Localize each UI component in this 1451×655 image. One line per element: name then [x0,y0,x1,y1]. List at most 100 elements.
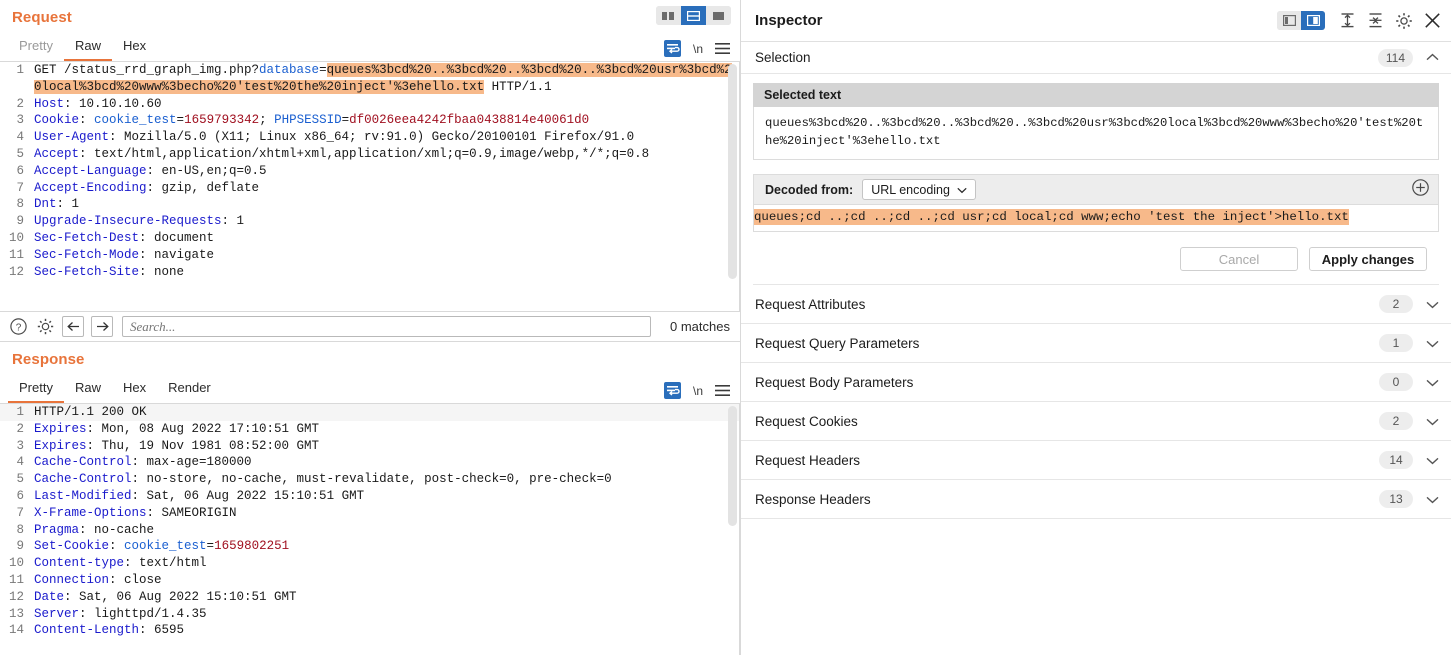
tab-response-raw[interactable]: Raw [64,381,112,403]
newline-chars-icon[interactable]: \n [693,42,703,56]
line-content[interactable]: Connection: close [30,572,739,589]
response-titlebar: Response [0,342,740,376]
code-line: 2Expires: Mon, 08 Aug 2022 17:10:51 GMT [0,421,739,438]
line-content[interactable]: Sec-Fetch-Mode: navigate [30,247,739,264]
expand-all-icon[interactable] [1339,12,1356,29]
line-content[interactable]: Upgrade-Insecure-Requests: 1 [30,213,739,230]
chevron-up-icon[interactable] [1426,53,1439,62]
chevron-down-icon[interactable] [1426,339,1439,348]
search-next-button[interactable] [91,316,113,337]
line-content[interactable]: Cache-Control: max-age=180000 [30,454,739,471]
line-content[interactable]: Pragma: no-cache [30,522,739,539]
side-by-side-layout-toggle[interactable] [656,6,681,25]
tab-request-hex[interactable]: Hex [112,39,157,61]
layout-toggle-group[interactable] [656,6,731,25]
inspector-title: Inspector [755,12,823,29]
code-line: 4User-Agent: Mozilla/5.0 (X11; Linux x86… [0,129,739,146]
line-content[interactable]: Dnt: 1 [30,196,739,213]
inspector-dock-left-toggle[interactable] [1277,11,1301,30]
response-code-lines: 1HTTP/1.1 200 OK2Expires: Mon, 08 Aug 20… [0,404,739,655]
line-content[interactable]: Last-Modified: Sat, 06 Aug 2022 15:10:51… [30,488,739,505]
inspector-section-request-cookies[interactable]: Request Cookies 2 [741,402,1451,441]
inspector-section-request-attributes[interactable]: Request Attributes2 [741,285,1451,324]
word-wrap-icon[interactable] [664,40,681,57]
response-scrollbar[interactable] [728,406,737,526]
chevron-down-icon[interactable] [1426,378,1439,387]
add-circle-icon[interactable] [1412,179,1429,201]
help-circle-icon[interactable]: ? [8,317,28,337]
chevron-down-icon[interactable] [1426,300,1439,309]
line-content[interactable]: Sec-Fetch-Dest: document [30,230,739,247]
line-number: 12 [0,589,30,606]
chevron-down-icon[interactable] [1426,495,1439,504]
line-content[interactable]: Content-Length: 6595 [30,622,739,639]
line-content[interactable]: HTTP/1.1 200 OK [30,404,739,421]
word-wrap-icon[interactable] [664,382,681,399]
inspector-section-request-headers[interactable]: Request Headers14 [741,441,1451,480]
request-code-view[interactable]: 1GET /status_rrd_graph_img.php?database=… [0,62,740,311]
request-tabbar: Pretty Raw Hex \n [0,34,740,62]
line-content[interactable]: Accept-Encoding: gzip, deflate [30,180,739,197]
request-scrollbar[interactable] [728,64,737,279]
code-line: 14Content-Length: 6595 [0,622,739,639]
response-tabbar: Pretty Raw Hex Render \n [0,376,740,404]
chevron-down-icon[interactable] [1426,456,1439,465]
line-content[interactable]: Server: lighttpd/1.4.35 [30,606,739,623]
selected-text-value[interactable]: queues%3bcd%20..%3bcd%20..%3bcd%20..%3bc… [753,107,1439,160]
cancel-button[interactable]: Cancel [1180,247,1298,271]
decoding-select[interactable]: URL encoding [862,179,976,200]
section-count-badge: 2 [1379,412,1413,430]
line-content[interactable]: Date: Sat, 06 Aug 2022 15:10:51 GMT [30,589,739,606]
section-count-badge: 2 [1379,295,1413,313]
inspector-section-request-body-parameters[interactable]: Request Body Parameters0 [741,363,1451,402]
line-content[interactable]: Set-Cookie: cookie_test=1659802251 [30,538,739,555]
code-token: = [319,63,327,77]
line-content[interactable]: Expires: Mon, 08 Aug 2022 17:10:51 GMT [30,421,739,438]
collapse-all-icon[interactable] [1367,12,1384,29]
hamburger-menu-icon[interactable] [715,42,730,55]
line-content[interactable]: Accept-Language: en-US,en;q=0.5 [30,163,739,180]
section-meta: 0 [1379,373,1439,391]
stacked-layout-toggle[interactable] [681,6,706,25]
code-token: : 1 [222,214,245,228]
apply-changes-button[interactable]: Apply changes [1309,247,1427,271]
inspector-section-request-query-parameters[interactable]: Request Query Parameters1 [741,324,1451,363]
line-number: 3 [0,438,30,455]
single-pane-layout-toggle[interactable] [706,6,731,25]
chevron-down-icon[interactable] [1426,417,1439,426]
line-content[interactable]: User-Agent: Mozilla/5.0 (X11; Linux x86_… [30,129,739,146]
inspector-dock-toggle-group[interactable] [1277,11,1325,30]
gear-icon[interactable] [35,317,55,337]
decoded-value-box[interactable]: queues;cd ..;cd ..;cd ..;cd usr;cd local… [753,205,1439,232]
line-number: 9 [0,538,30,555]
search-prev-button[interactable] [62,316,84,337]
response-code-view[interactable]: 1HTTP/1.1 200 OK2Expires: Mon, 08 Aug 20… [0,404,740,655]
tab-response-pretty[interactable]: Pretty [8,381,64,403]
section-label: Request Cookies [755,414,858,429]
search-input[interactable] [122,316,651,337]
line-content[interactable]: Cache-Control: no-store, no-cache, must-… [30,471,739,488]
line-content[interactable]: Expires: Thu, 19 Nov 1981 08:52:00 GMT [30,438,739,455]
tab-response-hex[interactable]: Hex [112,381,157,403]
line-content[interactable]: Sec-Fetch-Site: none [30,264,739,281]
line-content[interactable]: X-Frame-Options: SAMEORIGIN [30,505,739,522]
line-content[interactable]: Host: 10.10.10.60 [30,96,739,113]
line-number: 8 [0,196,30,213]
tab-request-pretty[interactable]: Pretty [8,39,64,61]
inspector-section-response-headers[interactable]: Response Headers13 [741,480,1451,519]
code-line: 6Last-Modified: Sat, 06 Aug 2022 15:10:5… [0,488,739,505]
tab-request-raw[interactable]: Raw [64,39,112,61]
line-content[interactable]: GET /status_rrd_graph_img.php?database=q… [30,62,739,96]
code-token: Dnt [34,197,57,211]
inspector-dock-right-toggle[interactable] [1301,11,1325,30]
gear-icon[interactable] [1395,12,1413,30]
inspector-section-selection[interactable]: Selection 114 [741,42,1451,74]
newline-chars-icon[interactable]: \n [693,384,703,398]
line-content[interactable]: Accept: text/html,application/xhtml+xml,… [30,146,739,163]
hamburger-menu-icon[interactable] [715,384,730,397]
tab-response-render[interactable]: Render [157,381,222,403]
code-token: : close [109,573,162,587]
line-content[interactable]: Content-type: text/html [30,555,739,572]
line-content[interactable]: Cookie: cookie_test=1659793342; PHPSESSI… [30,112,739,129]
close-icon[interactable] [1424,12,1441,29]
